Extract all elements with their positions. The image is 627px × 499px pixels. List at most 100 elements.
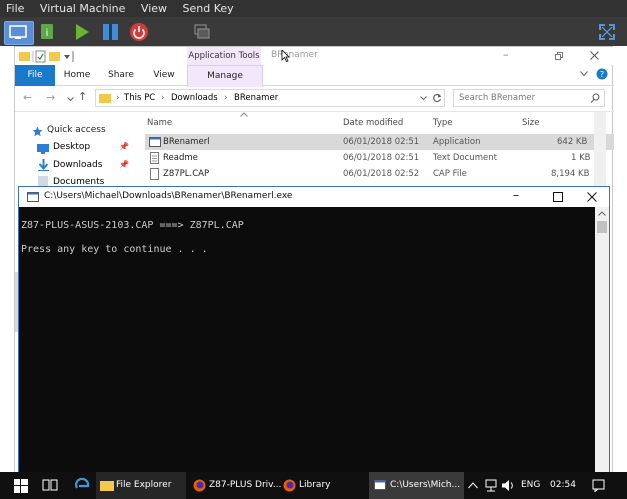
search-placeholder: Search BRenamer xyxy=(459,93,536,103)
explorer-titlebar[interactable]: BRenamer – xyxy=(15,47,614,65)
show-console-button[interactable] xyxy=(4,21,34,45)
ribbon-tab-manage[interactable]: Manage xyxy=(187,65,263,87)
power-icon xyxy=(130,23,148,41)
console-title: C:\Users\Michael\Downloads\BRenamer\BRen… xyxy=(44,191,293,201)
address-dropdown-icon[interactable] xyxy=(420,96,427,101)
folder-icon xyxy=(100,481,114,491)
taskbar-label: Library xyxy=(299,480,331,490)
console-scroll-thumb[interactable] xyxy=(597,221,607,233)
console-window[interactable]: C:\Users\Michael\Downloads\BRenamer\BRen… xyxy=(18,186,610,476)
taskbar-item-file-explorer[interactable]: File Explorer xyxy=(96,472,186,499)
desktop-icon xyxy=(37,144,49,154)
ribbon-tab-file[interactable]: File xyxy=(15,65,55,86)
folder-icon xyxy=(99,94,111,103)
explorer-restore-icon[interactable] xyxy=(555,52,563,60)
console-maximize-icon[interactable] xyxy=(553,192,563,202)
menu-view[interactable]: View xyxy=(135,0,167,17)
notifications-icon[interactable] xyxy=(592,479,605,492)
quick-access-star-icon xyxy=(32,126,43,137)
console-titlebar[interactable]: C:\Users\Michael\Downloads\BRenamer\BRen… xyxy=(19,187,609,207)
file-name: Z87PL.CAP xyxy=(163,169,210,179)
console-close-icon[interactable] xyxy=(587,192,597,202)
monitor-icon xyxy=(9,25,27,39)
refresh-icon[interactable] xyxy=(432,93,442,103)
windows-start-icon[interactable] xyxy=(14,479,28,493)
text-document-icon xyxy=(150,152,159,164)
taskbar: File Explorer Z87-PLUS Driv... Library C… xyxy=(0,472,627,499)
fullscreen-button[interactable] xyxy=(596,21,618,43)
column-date-modified[interactable]: Date modified xyxy=(343,118,403,128)
edge-icon[interactable] xyxy=(74,478,90,494)
pause-icon xyxy=(103,24,118,40)
console-output[interactable]: Z87-PLUS-ASUS-2103.CAP ===> Z87PL.CAP Pr… xyxy=(19,207,595,475)
forward-arrow-icon[interactable]: → xyxy=(46,91,55,104)
console-app-icon xyxy=(27,192,39,202)
volume-icon[interactable] xyxy=(501,479,515,492)
menu-file[interactable]: File xyxy=(0,0,24,17)
column-type[interactable]: Type xyxy=(433,118,453,128)
task-view-icon[interactable] xyxy=(42,478,58,492)
table-row[interactable]: Z87PL.CAP 06/01/2018 02:52 CAP File 8,19… xyxy=(145,166,614,182)
nav-item-downloads[interactable]: Downloads xyxy=(53,160,102,170)
taskbar-label: Z87-PLUS Driv... xyxy=(209,480,282,490)
ribbon-tab-view[interactable]: View xyxy=(146,65,182,86)
up-arrow-icon[interactable]: ↑ xyxy=(78,90,87,103)
show-hidden-icons-chevron-icon[interactable] xyxy=(468,482,478,489)
file-date: 06/01/2018 02:52 xyxy=(343,169,420,179)
search-input[interactable]: Search BRenamer xyxy=(453,89,605,107)
svg-text:?: ? xyxy=(600,70,604,79)
console-scrollbar[interactable] xyxy=(595,207,609,475)
scroll-up-icon[interactable] xyxy=(598,211,606,216)
pause-button[interactable] xyxy=(100,21,122,43)
breadcrumb-this-pc[interactable]: This PC xyxy=(124,90,155,106)
file-date: 06/01/2018 02:51 xyxy=(343,153,420,163)
details-button[interactable]: i xyxy=(38,21,58,43)
mouse-cursor-icon xyxy=(281,50,290,62)
play-button[interactable] xyxy=(72,21,92,43)
language-indicator[interactable]: ENG xyxy=(521,472,540,499)
downloads-arrow-icon xyxy=(38,159,49,171)
snapshot-button[interactable] xyxy=(192,21,212,43)
file-size: 1 KB xyxy=(571,153,591,163)
taskbar-label: File Explorer xyxy=(116,480,172,490)
help-icon[interactable]: ? xyxy=(596,68,608,80)
taskbar-item-console[interactable]: C:\Users\Mich... xyxy=(369,472,464,499)
table-row[interactable]: Readme 06/01/2018 02:51 Text Document 1 … xyxy=(145,150,614,166)
file-type: Application xyxy=(433,137,481,147)
column-size[interactable]: Size xyxy=(522,118,539,128)
expand-ribbon-icon[interactable] xyxy=(580,71,588,77)
console-minimize-button[interactable]: – xyxy=(513,188,519,202)
column-name[interactable]: Name xyxy=(147,118,172,128)
firefox-icon xyxy=(283,479,296,492)
taskbar-item-firefox-driver[interactable]: Z87-PLUS Driv... xyxy=(190,472,282,499)
pin-icon: 📌 xyxy=(119,142,129,151)
menu-virtual-machine[interactable]: Virtual Machine xyxy=(34,0,126,17)
address-bar-row: ← → ↑ › This PC › Downloads › BRenamer S… xyxy=(15,86,614,112)
application-icon xyxy=(149,137,161,147)
address-field[interactable]: › This PC › Downloads › BRenamer xyxy=(95,89,445,107)
clock[interactable]: 02:54 xyxy=(550,472,576,499)
nav-quick-access[interactable]: Quick access xyxy=(47,125,106,135)
ribbon-tab-home[interactable]: Home xyxy=(59,65,95,86)
vm-screen[interactable]: BRenamer – File Home Share View Manage ?… xyxy=(0,46,627,499)
ribbon-tab-share[interactable]: Share xyxy=(103,65,139,86)
ribbon-tabs: File Home Share View Manage ? xyxy=(15,65,614,87)
breadcrumb-brenamer[interactable]: BRenamer xyxy=(234,90,278,106)
file-type: CAP File xyxy=(433,169,467,179)
file-size: 642 KB xyxy=(557,137,588,147)
explorer-close-icon[interactable] xyxy=(590,51,599,60)
explorer-window-title: BRenamer xyxy=(271,50,318,60)
nav-item-desktop[interactable]: Desktop xyxy=(53,142,90,152)
recent-locations-chevron-icon[interactable] xyxy=(67,97,74,102)
console-line: Press any key to continue . . . xyxy=(21,244,208,255)
file-type: Text Document xyxy=(433,153,497,163)
explorer-minimize-button[interactable]: – xyxy=(503,48,509,61)
table-row[interactable]: BRenamerl 06/01/2018 02:51 Application 6… xyxy=(145,134,614,150)
snapshot-icon xyxy=(194,24,210,39)
back-arrow-icon[interactable]: ← xyxy=(23,91,32,104)
breadcrumb-downloads[interactable]: Downloads xyxy=(171,90,218,106)
network-icon[interactable] xyxy=(484,479,498,492)
power-button[interactable] xyxy=(128,21,150,43)
menu-send-key[interactable]: Send Key xyxy=(177,0,234,17)
taskbar-item-library[interactable]: Library xyxy=(280,472,366,499)
